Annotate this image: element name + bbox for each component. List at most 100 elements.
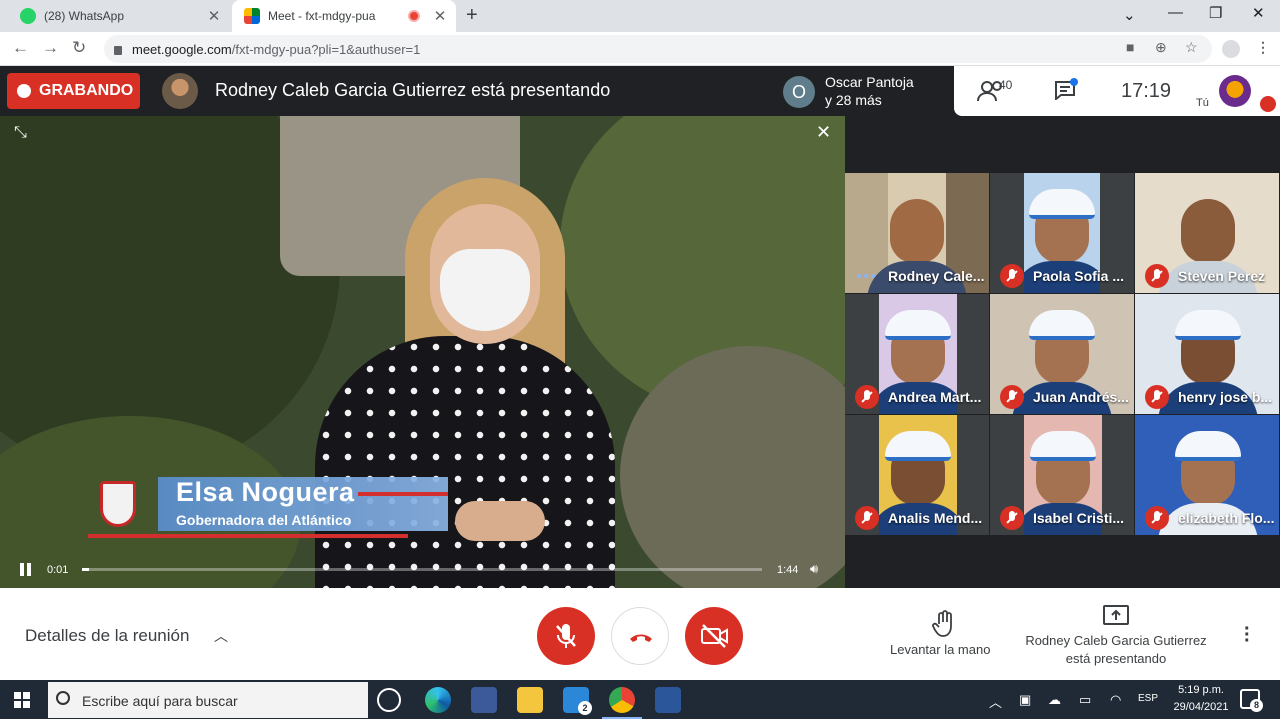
bookmark-star-icon[interactable]: ☆ bbox=[1185, 39, 1198, 56]
microphone-toggle-button[interactable] bbox=[537, 607, 595, 665]
word-icon[interactable] bbox=[655, 687, 681, 713]
close-tab-icon[interactable]: ✕ bbox=[430, 7, 450, 25]
mic-off-icon bbox=[556, 624, 576, 648]
speaker-hands bbox=[455, 501, 545, 541]
more-options-icon[interactable]: · · · bbox=[1244, 619, 1251, 651]
caption-stripe bbox=[358, 492, 448, 496]
participant-tile[interactable]: henry jose b... bbox=[1135, 294, 1279, 414]
current-time: 0:01 bbox=[47, 564, 69, 576]
wifi-icon[interactable]: ◠ bbox=[1110, 692, 1121, 708]
back-arrow-icon[interactable]: ← bbox=[12, 38, 29, 58]
speaker-dress bbox=[315, 336, 615, 588]
participant-tile[interactable]: Isabel Cristi... bbox=[990, 415, 1134, 535]
video-progress-slider[interactable] bbox=[82, 568, 762, 571]
language-indicator[interactable]: ESP bbox=[1138, 693, 1158, 704]
participant-name: Analis Mend... bbox=[888, 510, 983, 526]
tab-meet[interactable]: Meet - fxt-mdgy-pua ✕ bbox=[232, 0, 456, 32]
plus-icon[interactable]: + bbox=[466, 4, 478, 27]
participant-name: Andrea Mart... bbox=[888, 389, 982, 405]
chrome-icon[interactable] bbox=[602, 687, 642, 719]
participant-name: elizabeth Flo... bbox=[1178, 510, 1275, 526]
avatar[interactable] bbox=[1219, 75, 1251, 107]
phone-hangup-icon bbox=[630, 634, 652, 642]
volume-icon[interactable]: 🔊︎ bbox=[810, 561, 818, 577]
other-participants-chip[interactable]: O Oscar Pantoja y 28 más bbox=[774, 66, 954, 116]
battery-icon[interactable]: ▭ bbox=[1079, 692, 1091, 708]
whatsapp-icon bbox=[20, 8, 36, 24]
mic-off-icon bbox=[855, 506, 879, 530]
forward-arrow-icon[interactable]: → bbox=[42, 38, 59, 58]
present-screen-icon[interactable] bbox=[1103, 605, 1129, 625]
caption-stripe bbox=[88, 534, 408, 538]
mail-badge: 2 bbox=[578, 701, 592, 715]
store-icon[interactable] bbox=[471, 687, 497, 713]
presenter-avatar bbox=[162, 73, 198, 109]
recording-badge[interactable]: GRABANDO bbox=[7, 73, 140, 109]
pause-button[interactable] bbox=[20, 563, 32, 576]
edge-icon[interactable] bbox=[425, 687, 451, 713]
meeting-details-button[interactable]: Detalles de la reunión bbox=[25, 626, 189, 646]
presenting-status[interactable]: Rodney Caleb Garcia Gutierrez está prese… bbox=[1010, 632, 1222, 668]
url-host: meet.google.com bbox=[132, 41, 232, 57]
presenting-title: Rodney Caleb Garcia Gutierrez está prese… bbox=[215, 80, 611, 100]
total-time: 1:44 bbox=[777, 564, 799, 576]
pause-icon bbox=[27, 563, 31, 576]
close-icon[interactable]: ✕ bbox=[1252, 4, 1265, 22]
participant-tile[interactable]: Analis Mend... bbox=[845, 415, 989, 535]
participant-tile[interactable]: elizabeth Flo... bbox=[1135, 415, 1279, 535]
chevron-up-icon[interactable]: ︿ bbox=[989, 692, 1002, 711]
maximize-icon[interactable]: ❐ bbox=[1209, 4, 1222, 22]
meet-info-panel: 40 17:19 Tú bbox=[954, 66, 1280, 116]
windows-start-icon[interactable] bbox=[14, 692, 30, 708]
presentation-video[interactable]: Elsa Noguera Gobernadora del Atlántico ⤡… bbox=[0, 116, 845, 588]
close-icon[interactable]: ✕ bbox=[816, 122, 831, 143]
search-icon bbox=[56, 691, 70, 705]
task-view-icon[interactable] bbox=[377, 688, 401, 712]
profile-icon[interactable] bbox=[1222, 40, 1240, 58]
url-path: /fxt-mdgy-pua?pli=1&authuser=1 bbox=[231, 41, 421, 57]
tab-search-icon[interactable]: ⌄ bbox=[1123, 6, 1136, 24]
mic-off-icon bbox=[1000, 506, 1024, 530]
participant-cap bbox=[885, 310, 951, 340]
participant-tile[interactable]: Juan Andrés... bbox=[990, 294, 1134, 414]
mic-off-icon bbox=[1000, 264, 1024, 288]
participant-name: Isabel Cristi... bbox=[1033, 510, 1125, 526]
participant-cap bbox=[1174, 431, 1241, 461]
file-explorer-icon[interactable] bbox=[517, 687, 543, 713]
participant-head bbox=[890, 199, 944, 263]
chevron-up-icon[interactable]: ︿ bbox=[214, 626, 228, 646]
lower-third-caption: Elsa Noguera Gobernadora del Atlántico bbox=[88, 471, 448, 545]
raise-hand-icon[interactable] bbox=[932, 610, 958, 638]
participant-name: Juan Andrés... bbox=[1033, 389, 1129, 405]
participant-name: Paola Sofia ... bbox=[1033, 268, 1125, 284]
recording-label: GRABANDO bbox=[39, 82, 134, 99]
participant-tile[interactable]: Paola Sofia ... bbox=[990, 173, 1134, 293]
zoom-icon[interactable]: ⊕ bbox=[1155, 39, 1167, 56]
participant-tile[interactable]: Rodney Cale... bbox=[845, 173, 989, 293]
meeting-controls: Detalles de la reunión ︿ Levantar la man… bbox=[0, 588, 1280, 680]
meet-now-icon[interactable]: ▣ bbox=[1019, 692, 1031, 708]
more-vert-icon[interactable]: ⋮ bbox=[1256, 39, 1270, 56]
system-date[interactable]: 29/04/2021 bbox=[1164, 701, 1238, 713]
exit-fullscreen-icon[interactable]: ⤡ bbox=[14, 124, 27, 142]
reload-icon[interactable]: ↻ bbox=[72, 38, 86, 58]
leave-call-button[interactable] bbox=[611, 607, 669, 665]
system-time[interactable]: 5:19 p.m. bbox=[1170, 684, 1232, 696]
mic-off-icon bbox=[1145, 385, 1169, 409]
tab-whatsapp[interactable]: (28) WhatsApp ✕ bbox=[8, 0, 230, 32]
participant-tile[interactable]: Steven Perez bbox=[1135, 173, 1279, 293]
address-bar[interactable]: meet.google.com/fxt-mdgy-pua?pli=1&authu… bbox=[104, 35, 1212, 63]
onedrive-icon[interactable]: ☁ bbox=[1048, 692, 1061, 708]
taskbar-search-input[interactable]: Escribe aquí para buscar bbox=[48, 682, 368, 718]
raise-hand-label[interactable]: Levantar la mano bbox=[890, 642, 990, 657]
participant-cap bbox=[1029, 189, 1095, 219]
tab-title: Meet - fxt-mdgy-pua bbox=[268, 9, 376, 23]
presenting-line: Rodney Caleb Garcia Gutierrez bbox=[1025, 633, 1207, 648]
close-tab-icon[interactable]: ✕ bbox=[204, 7, 224, 25]
pause-icon bbox=[20, 563, 24, 576]
camera-toggle-button[interactable] bbox=[685, 607, 743, 665]
minimize-icon[interactable]: — bbox=[1168, 4, 1183, 21]
participant-tile[interactable]: Andrea Mart... bbox=[845, 294, 989, 414]
camera-icon[interactable]: ■ bbox=[1126, 39, 1134, 55]
mic-off-icon bbox=[1260, 96, 1276, 112]
